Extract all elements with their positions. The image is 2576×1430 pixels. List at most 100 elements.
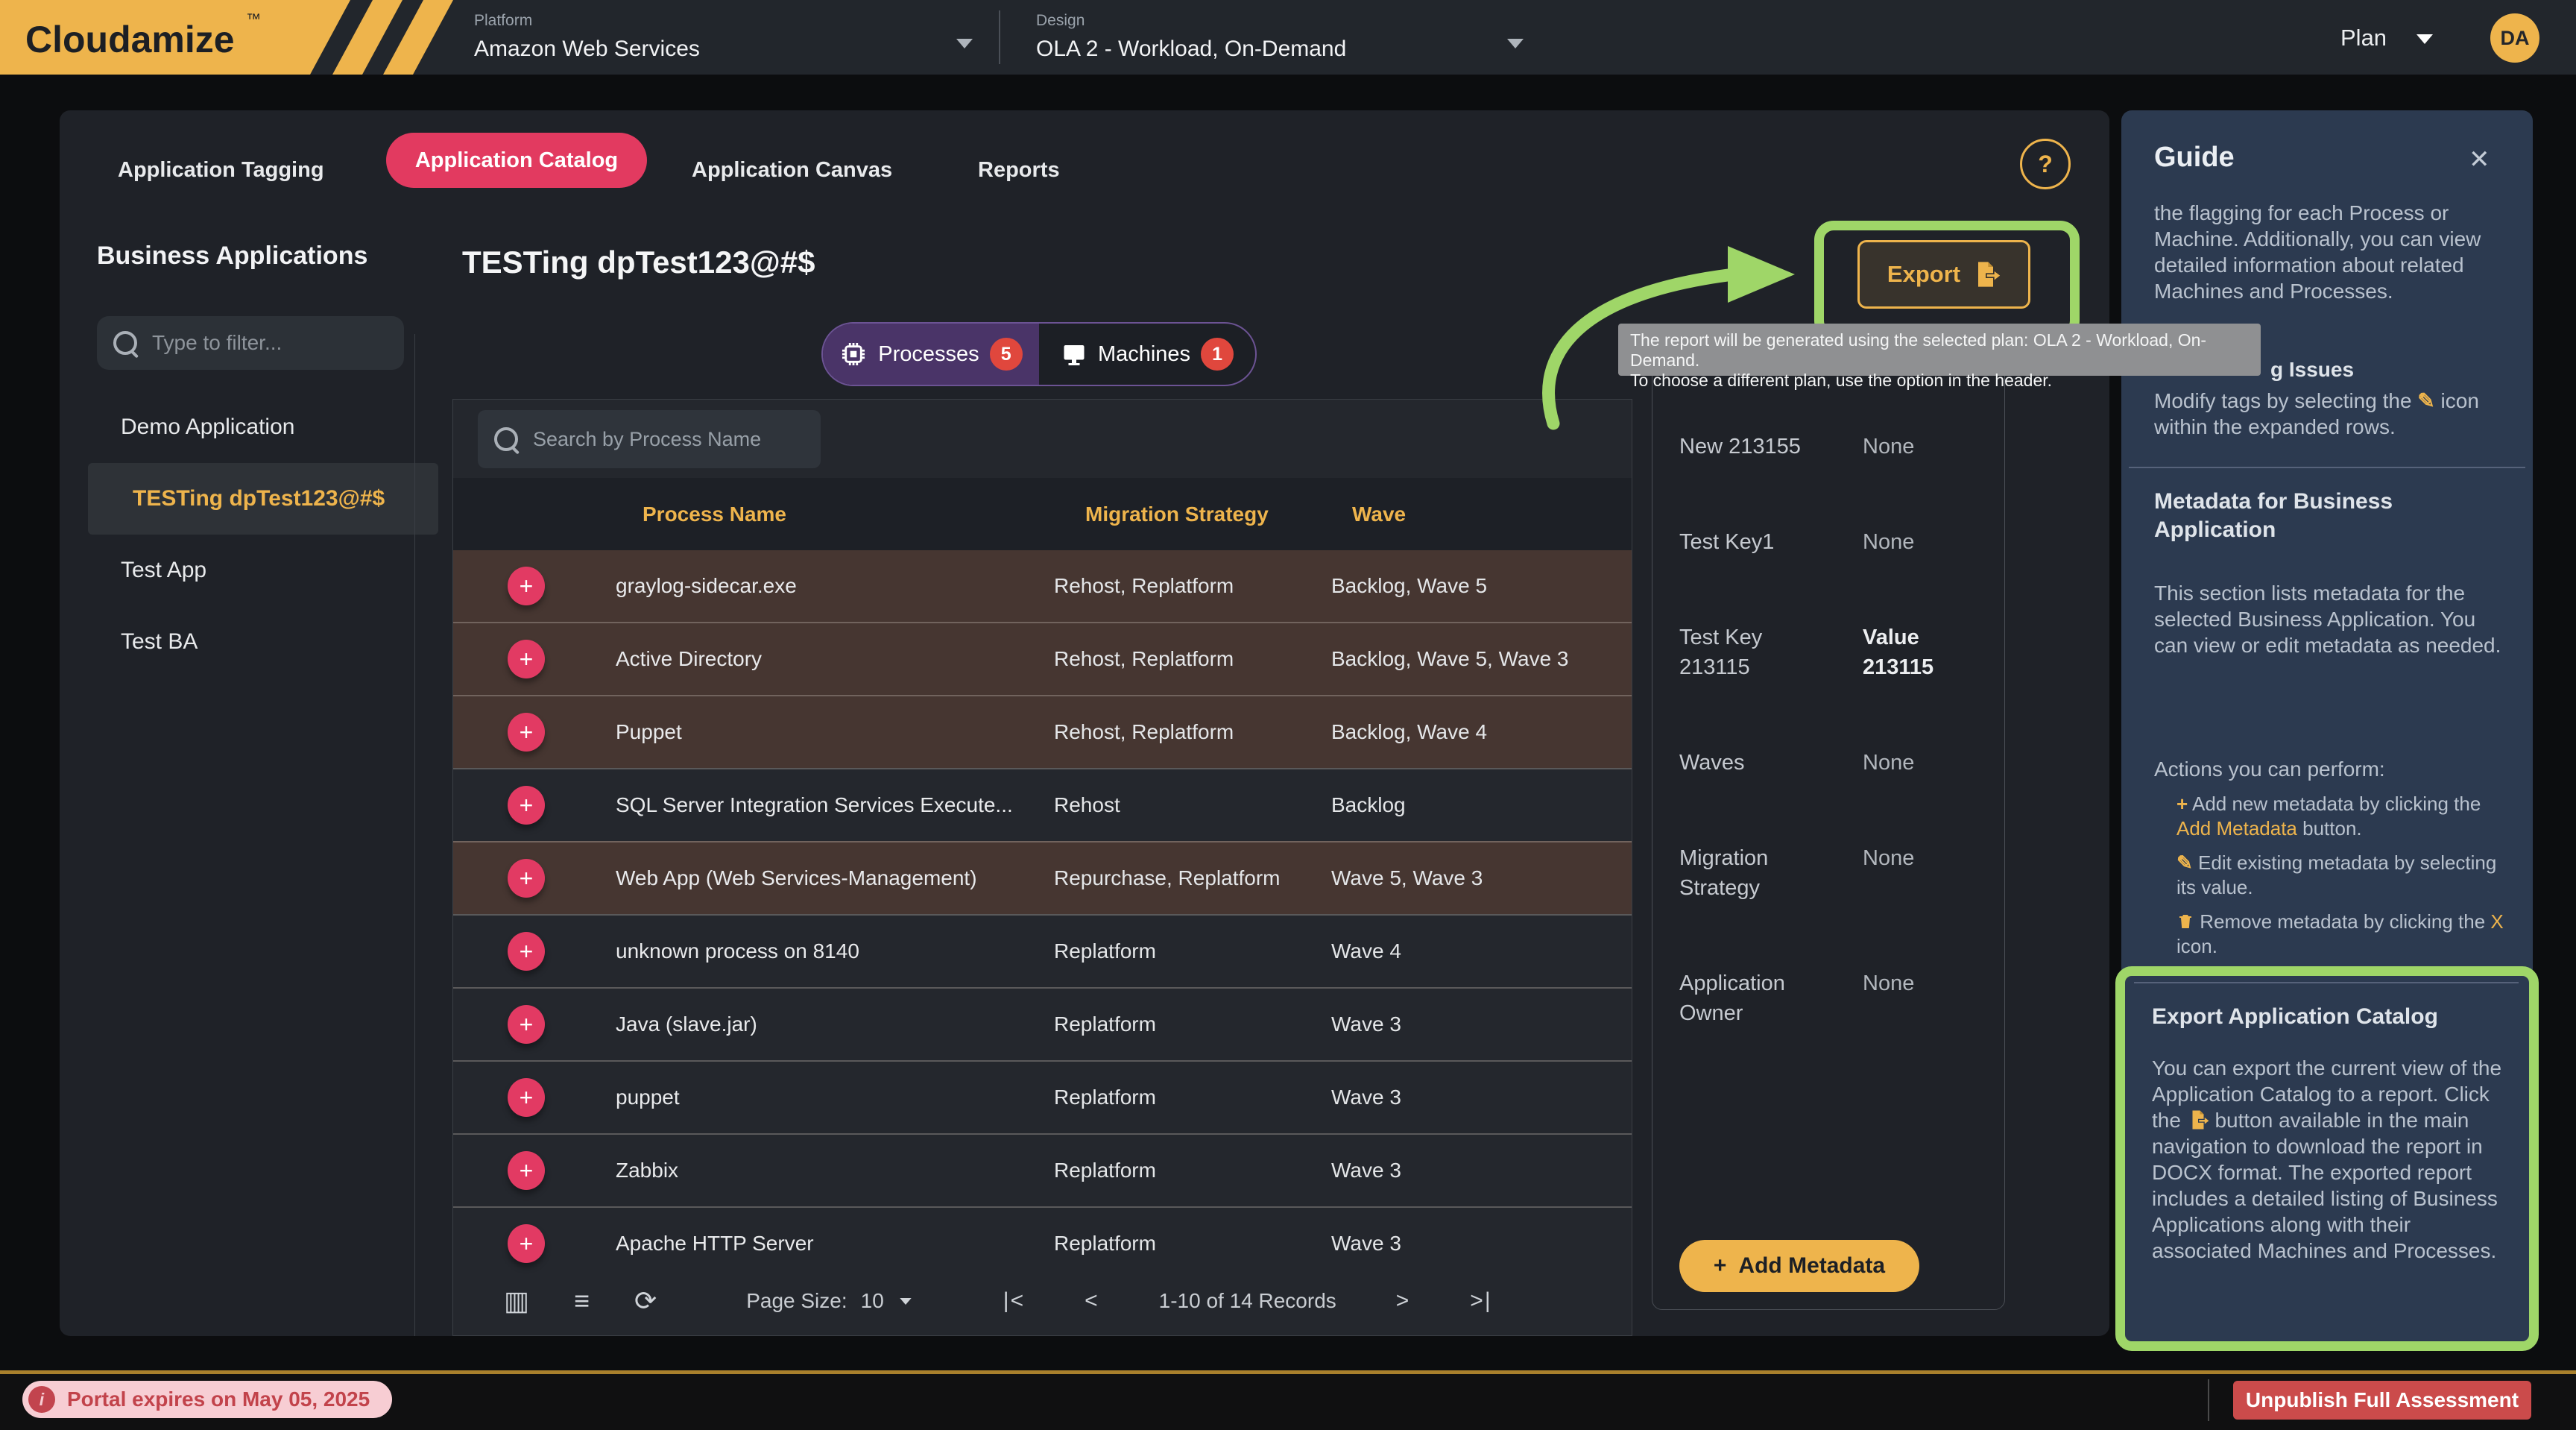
next-page-icon[interactable]: >	[1396, 1288, 1411, 1314]
close-icon[interactable]: ✕	[2469, 145, 2490, 174]
chevron-down-icon[interactable]	[1507, 39, 1524, 48]
metadata-value[interactable]: None	[1863, 843, 1989, 873]
guide-text-part: icon.	[2176, 935, 2217, 957]
guide-title: Guide	[2154, 142, 2235, 174]
last-page-icon[interactable]: >|	[1470, 1288, 1491, 1314]
cell-migration-strategy: Replatform	[1054, 1086, 1331, 1109]
toggle-machines[interactable]: Machines 1	[1039, 324, 1255, 385]
sidebar-filter-input[interactable]: Type to filter...	[97, 316, 404, 370]
metadata-value[interactable]: None	[1863, 968, 1989, 998]
chevron-down-icon[interactable]	[900, 1297, 911, 1304]
cell-process-name: Active Directory	[616, 647, 1054, 671]
expand-row-button[interactable]: +	[508, 567, 545, 605]
expand-row-button[interactable]: +	[508, 640, 545, 678]
header-divider	[999, 10, 1000, 64]
expand-row-button[interactable]: +	[508, 932, 545, 971]
metadata-key: Test Key 213115	[1679, 623, 1828, 682]
guide-actions-list: + Add new metadata by clicking the Add M…	[2176, 792, 2512, 968]
filter-placeholder: Type to filter...	[152, 331, 282, 355]
metadata-key: Migration Strategy	[1679, 843, 1828, 903]
first-page-icon[interactable]: |<	[1003, 1288, 1025, 1314]
sidebar-item[interactable]: Demo Application	[88, 391, 438, 463]
add-metadata-button[interactable]: + Add Metadata	[1679, 1240, 1919, 1292]
chevron-down-icon[interactable]	[956, 39, 973, 48]
column-header-migration-strategy[interactable]: Migration Strategy	[1054, 503, 1331, 526]
platform-selector[interactable]: Platform Amazon Web Services	[474, 12, 700, 62]
table-row[interactable]: +PuppetRehost, ReplatformBacklog, Wave 4	[453, 695, 1632, 768]
tab-application-tagging[interactable]: Application Tagging	[118, 158, 324, 183]
avatar[interactable]: DA	[2490, 13, 2539, 63]
metadata-value[interactable]: Value 213115	[1863, 623, 1989, 682]
search-icon	[113, 331, 137, 355]
table-row[interactable]: +ZabbixReplatformWave 3	[453, 1133, 1632, 1206]
expand-row-button[interactable]: +	[508, 1078, 545, 1117]
metadata-row: Test Key1None	[1679, 527, 1992, 557]
toggle-processes[interactable]: Processes 5	[823, 324, 1039, 385]
cell-wave: Backlog, Wave 5, Wave 3	[1331, 647, 1632, 671]
process-search-input[interactable]: Search by Process Name	[478, 410, 821, 468]
sidebar-item[interactable]: Test App	[88, 535, 438, 606]
cell-process-name: graylog-sidecar.exe	[616, 574, 1054, 598]
metadata-key: Application Owner	[1679, 968, 1828, 1028]
refresh-icon[interactable]: ⟳	[634, 1285, 657, 1317]
column-header-process-name[interactable]: Process Name	[616, 503, 1054, 526]
guide-export-body: You can export the current view of the A…	[2152, 1055, 2505, 1264]
tab-reports[interactable]: Reports	[978, 158, 1060, 183]
sidebar-divider	[414, 334, 415, 1336]
guide-action-item: Remove metadata by clicking the X icon.	[2176, 910, 2512, 959]
main-content-card: Application Tagging Application Catalog …	[60, 110, 2109, 1336]
table-row[interactable]: +Java (slave.jar)ReplatformWave 3	[453, 987, 1632, 1060]
table-row[interactable]: +graylog-sidecar.exeRehost, ReplatformBa…	[453, 550, 1632, 622]
design-selector[interactable]: Design OLA 2 - Workload, On-Demand	[1036, 12, 1346, 62]
cell-wave: Backlog, Wave 4	[1331, 720, 1632, 744]
table-row[interactable]: +unknown process on 8140ReplatformWave 4	[453, 914, 1632, 987]
plan-menu[interactable]: Plan	[2340, 25, 2387, 51]
metadata-row: WavesNone	[1679, 748, 1992, 778]
metadata-rows: New 213155NoneTest Key1NoneTest Key 2131…	[1679, 432, 1992, 1094]
expand-row-button[interactable]: +	[508, 786, 545, 825]
records-range-label: 1-10 of 14 Records	[1159, 1289, 1336, 1313]
cell-migration-strategy: Replatform	[1054, 1012, 1331, 1036]
chevron-down-icon[interactable]	[2416, 34, 2433, 44]
sidebar-item[interactable]: Test BA	[88, 606, 438, 678]
guide-text-part: X	[2490, 910, 2503, 933]
cell-migration-strategy: Rehost, Replatform	[1054, 647, 1331, 671]
pencil-icon: ✎	[2417, 389, 2434, 412]
cell-migration-strategy: Rehost, Replatform	[1054, 720, 1331, 744]
table-row[interactable]: +SQL Server Integration Services Execute…	[453, 768, 1632, 841]
guide-actions-intro: Actions you can perform:	[2154, 756, 2504, 782]
design-label: Design	[1036, 12, 1346, 30]
expand-row-button[interactable]: +	[508, 859, 545, 898]
cell-wave: Backlog	[1331, 793, 1632, 817]
tab-application-canvas[interactable]: Application Canvas	[692, 158, 892, 183]
help-icon[interactable]: ?	[2020, 139, 2071, 189]
tooltip-line: To choose a different plan, use the opti…	[1630, 371, 2249, 391]
export-report-icon	[2187, 1109, 2209, 1131]
cell-wave: Wave 5, Wave 3	[1331, 866, 1632, 890]
expand-row-button[interactable]: +	[508, 713, 545, 752]
table-row[interactable]: +Web App (Web Services-Management)Repurc…	[453, 841, 1632, 914]
page-size-value[interactable]: 10	[861, 1289, 884, 1313]
cell-process-name: Java (slave.jar)	[616, 1012, 1054, 1036]
column-header-wave[interactable]: Wave	[1331, 503, 1632, 526]
filter-icon[interactable]: ≡	[574, 1285, 590, 1317]
prev-page-icon[interactable]: <	[1085, 1288, 1099, 1314]
table-row[interactable]: + Active DirectoryRehost, ReplatformBackl…	[453, 622, 1632, 695]
sidebar-item[interactable]: TESTing dpTest123@#$	[88, 463, 438, 535]
metadata-value[interactable]: None	[1863, 432, 1989, 462]
expand-row-button[interactable]: +	[508, 1224, 545, 1263]
grid-columns-icon[interactable]: ▥	[504, 1285, 529, 1317]
cell-migration-strategy: Rehost	[1054, 793, 1331, 817]
unpublish-full-assessment-button[interactable]: Unpublish Full Assessment	[2233, 1381, 2531, 1420]
cell-wave: Wave 4	[1331, 939, 1632, 963]
expand-row-button[interactable]: +	[508, 1151, 545, 1190]
guide-export-text: button available in the main navigation …	[2152, 1109, 2498, 1262]
table-row[interactable]: +puppetReplatformWave 3	[453, 1060, 1632, 1133]
expand-row-button[interactable]: +	[508, 1005, 545, 1044]
cell-process-name: Web App (Web Services-Management)	[616, 866, 1054, 890]
metadata-value[interactable]: None	[1863, 527, 1989, 557]
metadata-value[interactable]: None	[1863, 748, 1989, 778]
tab-application-catalog[interactable]: Application Catalog	[386, 133, 647, 188]
cell-migration-strategy: Replatform	[1054, 939, 1331, 963]
machines-count-badge: 1	[1201, 338, 1234, 371]
